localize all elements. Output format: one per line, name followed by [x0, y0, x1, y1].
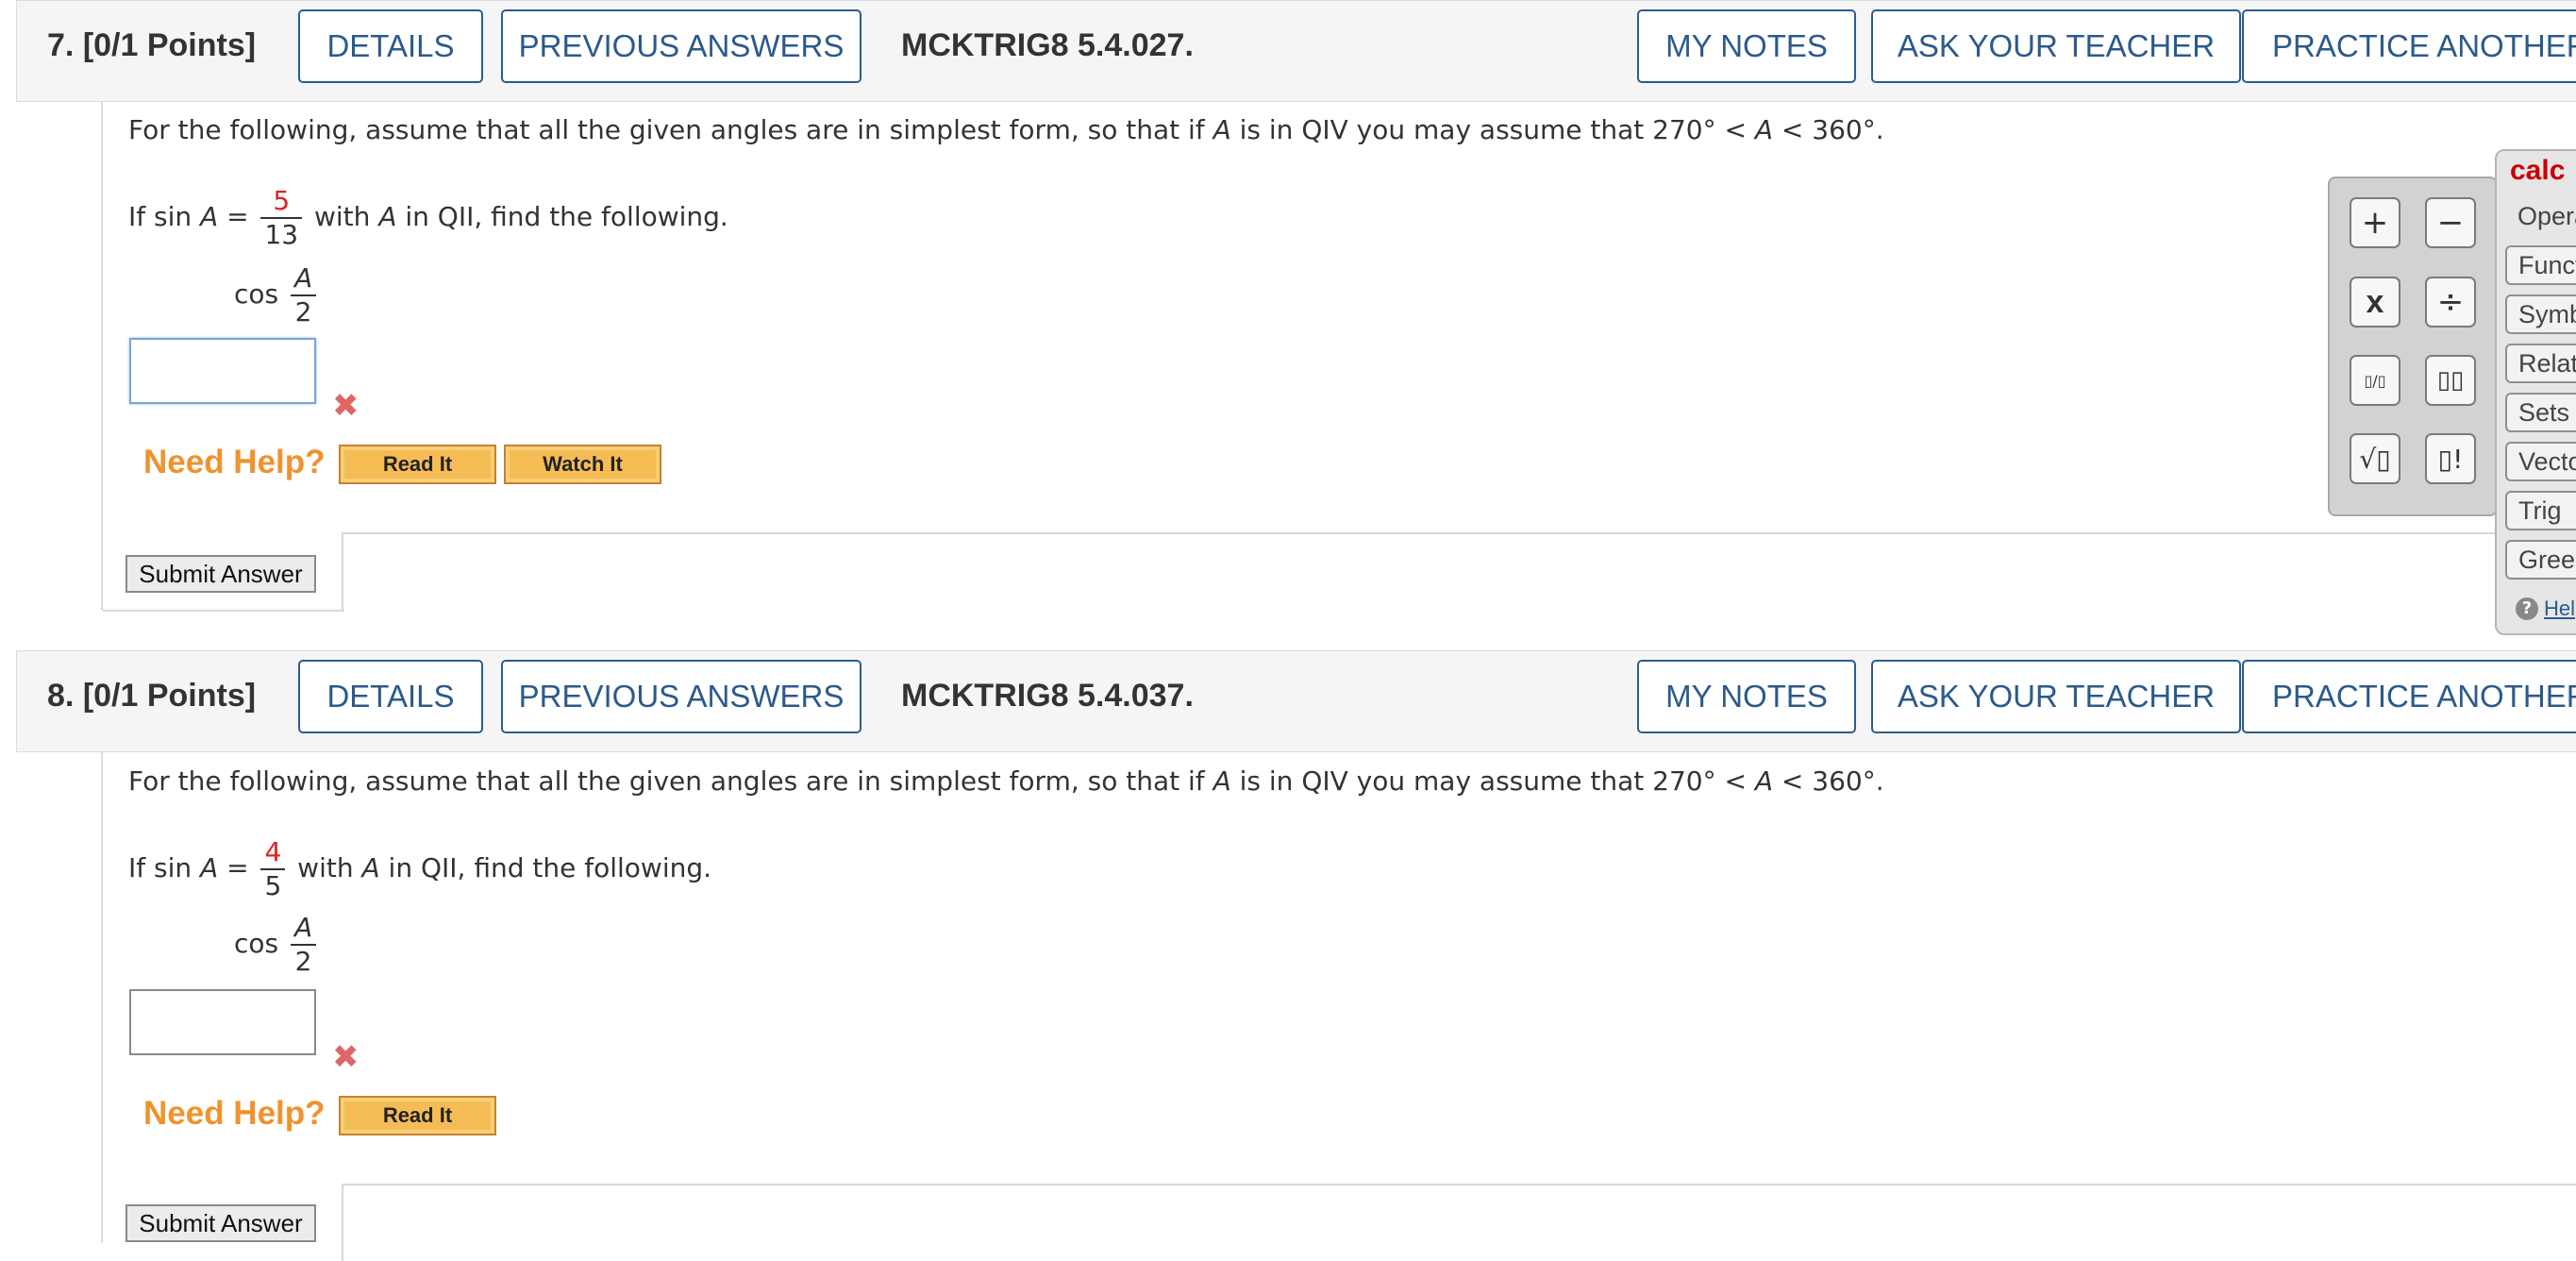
ask-your-teacher-button[interactable]: ASK YOUR TEACHER: [1871, 9, 2241, 83]
given-sin: If sin A = 5 13 with A in QII, find the f…: [128, 185, 728, 251]
feedback-area: [342, 532, 2576, 610]
details-button[interactable]: DETAILS: [298, 9, 483, 83]
question-8-body: [101, 752, 2576, 1243]
read-it-button[interactable]: Read It: [339, 445, 496, 484]
calculator-help-link[interactable]: Hel: [2544, 597, 2575, 621]
functions-tab[interactable]: Funct: [2505, 245, 2576, 285]
greek-tab[interactable]: Greel: [2505, 540, 2576, 580]
previous-answers-button[interactable]: PREVIOUS ANSWERS: [501, 660, 861, 733]
previous-answers-button[interactable]: PREVIOUS ANSWERS: [501, 9, 861, 83]
prompt-cos-half: cos A2: [234, 912, 320, 978]
question-7-title: 7. [0/1 Points]: [47, 27, 257, 63]
prompt-cos-half: cos A2: [234, 262, 320, 328]
factorial-key[interactable]: ▯!: [2425, 433, 2476, 484]
read-it-button[interactable]: Read It: [339, 1096, 496, 1135]
answer-input[interactable]: [129, 338, 316, 404]
minus-key[interactable]: −: [2425, 197, 2476, 248]
calculator-title: calc: [2510, 155, 2566, 186]
sqrt-key[interactable]: √▯: [2350, 433, 2400, 484]
given-sin: If sin A = 45 with A in QII, find the fo…: [128, 836, 712, 902]
exponent-key[interactable]: ▯▯: [2425, 355, 2476, 406]
help-icon[interactable]: ?: [2516, 597, 2538, 620]
sin-fraction: 45: [260, 836, 286, 902]
relations-tab[interactable]: Relat: [2505, 344, 2576, 383]
operators-label: Opera: [2517, 202, 2576, 230]
trig-tab[interactable]: Trig: [2505, 491, 2576, 530]
question-7-header: 7. [0/1 Points] DETAILS PREVIOUS ANSWERS…: [16, 0, 2576, 102]
sets-tab[interactable]: Sets: [2505, 393, 2576, 432]
question-8-header: 8. [0/1 Points] DETAILS PREVIOUS ANSWERS…: [16, 650, 2576, 752]
divide-key[interactable]: ÷: [2425, 277, 2476, 328]
details-button[interactable]: DETAILS: [298, 660, 483, 733]
need-help-label: Need Help?: [143, 444, 326, 480]
watch-it-button[interactable]: Watch It: [504, 445, 661, 484]
answer-input[interactable]: [129, 989, 316, 1055]
question-7-bottom-border: [101, 608, 344, 612]
fraction-key[interactable]: ▯/▯: [2350, 355, 2400, 406]
submit-answer-button[interactable]: Submit Answer: [125, 1204, 316, 1242]
plus-key[interactable]: +: [2350, 197, 2400, 248]
my-notes-button[interactable]: MY NOTES: [1637, 660, 1856, 733]
sin-fraction: 5 13: [260, 185, 303, 251]
need-help-label: Need Help?: [143, 1095, 326, 1132]
incorrect-icon: ✖: [332, 1038, 360, 1076]
practice-another-button[interactable]: PRACTICE ANOTHER: [2242, 660, 2576, 733]
question-code: MCKTRIG8 5.4.037.: [901, 678, 1194, 714]
practice-another-button[interactable]: PRACTICE ANOTHER: [2242, 9, 2576, 83]
question-code: MCKTRIG8 5.4.027.: [901, 27, 1194, 63]
feedback-area: [342, 1184, 2576, 1261]
instruction-text: For the following, assume that all the g…: [128, 114, 1884, 145]
vectors-tab[interactable]: Vecto: [2505, 442, 2576, 481]
submit-answer-button[interactable]: Submit Answer: [125, 555, 316, 593]
multiply-key[interactable]: x: [2350, 277, 2400, 328]
calculator-keypad: + − x ÷ ▯/▯ ▯▯ √▯ ▯!: [2328, 177, 2498, 516]
symbols-tab[interactable]: Symb: [2505, 294, 2576, 334]
my-notes-button[interactable]: MY NOTES: [1637, 9, 1856, 83]
question-8-title: 8. [0/1 Points]: [47, 678, 257, 714]
incorrect-icon: ✖: [332, 387, 360, 425]
ask-your-teacher-button[interactable]: ASK YOUR TEACHER: [1871, 660, 2241, 733]
instruction-text: For the following, assume that all the g…: [128, 765, 1884, 797]
